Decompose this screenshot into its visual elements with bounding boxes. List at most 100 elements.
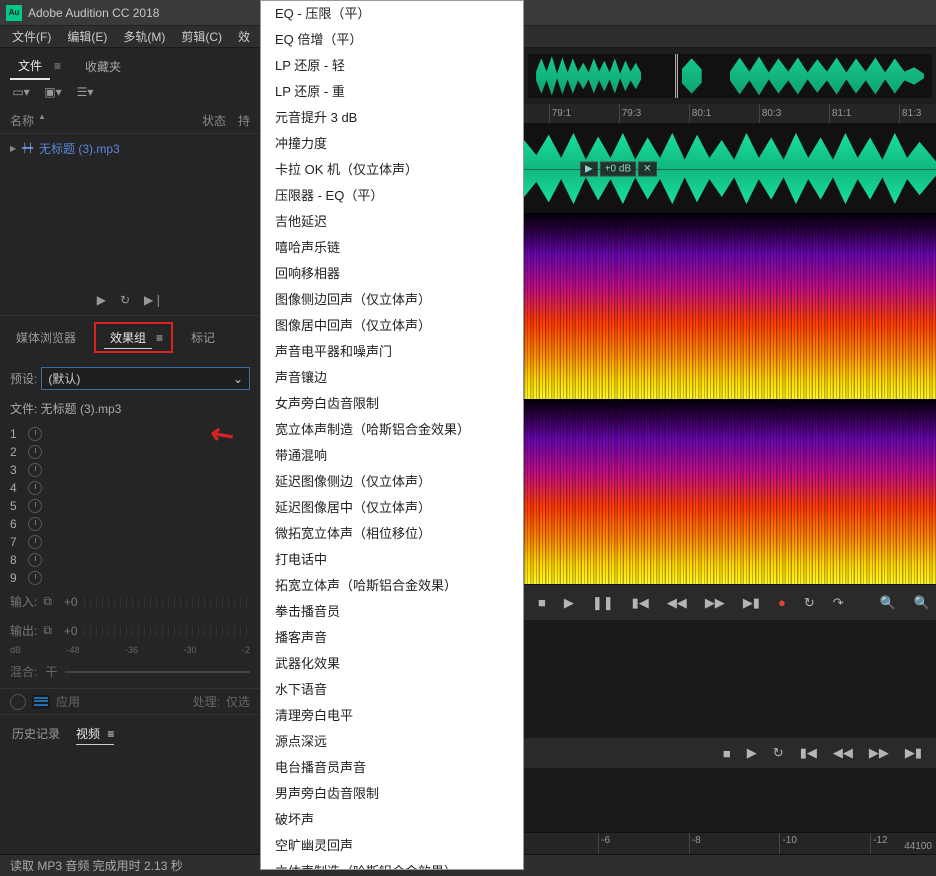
spectrogram-bottom[interactable]: [524, 399, 936, 584]
menu-multitrack[interactable]: 多轨(M): [115, 26, 173, 48]
power-icon[interactable]: [28, 553, 42, 567]
dropdown-item[interactable]: 宽立体声制造（哈斯铝合金效果）: [261, 417, 523, 443]
dropdown-item[interactable]: 带通混响: [261, 443, 523, 469]
dropdown-item[interactable]: 图像侧边回声（仅立体声）: [261, 287, 523, 313]
dropdown-item[interactable]: LP 还原 - 重: [261, 79, 523, 105]
asset-row[interactable]: ▶ ┿┿ 无标题 (3).mp3: [0, 134, 260, 163]
dropdown-item[interactable]: LP 还原 - 轻: [261, 53, 523, 79]
dropdown-item[interactable]: 卡拉 OK 机（仅立体声）: [261, 157, 523, 183]
power-icon[interactable]: [28, 499, 42, 513]
dropdown-item[interactable]: 武器化效果: [261, 651, 523, 677]
dropdown-item[interactable]: 拓宽立体声（哈斯铝合金效果）: [261, 573, 523, 599]
dropdown-item[interactable]: 清理旁白电平: [261, 703, 523, 729]
process-value[interactable]: 仅选: [226, 693, 250, 710]
power-icon[interactable]: [28, 535, 42, 549]
dropdown-item[interactable]: 微拓宽立体声（相位移位）: [261, 521, 523, 547]
ffwd-button[interactable]: ▶▶: [705, 595, 725, 611]
dropdown-item[interactable]: 破坏声: [261, 807, 523, 833]
mini-autoplay-icon[interactable]: ▶❘: [144, 293, 163, 307]
loop-button[interactable]: ↻: [773, 745, 784, 761]
sample-ruler[interactable]: -6 -8 -10 -12 44100: [524, 832, 936, 854]
menu-file[interactable]: 文件(F): [4, 26, 59, 48]
mini-loop-icon[interactable]: ↻: [120, 293, 130, 307]
zoom-out-icon[interactable]: 🔍: [914, 595, 930, 611]
fx-slot[interactable]: 7: [0, 533, 260, 551]
prev-button[interactable]: ▮◀: [800, 745, 817, 761]
power-icon[interactable]: [28, 445, 42, 459]
apply-button[interactable]: 应用: [56, 693, 80, 710]
fx-slot[interactable]: 4: [0, 479, 260, 497]
power-icon[interactable]: [28, 427, 42, 441]
dropdown-item[interactable]: 女声旁白齿音限制: [261, 391, 523, 417]
col-status[interactable]: 状态: [202, 112, 226, 129]
dropdown-item[interactable]: 压限器 - EQ（平）: [261, 183, 523, 209]
panel-menu-icon[interactable]: ≡: [54, 59, 61, 73]
link-icon[interactable]: ⧉: [43, 623, 52, 638]
dropdown-item[interactable]: 源点深远: [261, 729, 523, 755]
next-button[interactable]: ▶▮: [905, 745, 922, 761]
fx-slot[interactable]: 9: [0, 569, 260, 587]
mix-slider[interactable]: [65, 671, 250, 673]
fx-slot[interactable]: 8: [0, 551, 260, 569]
menu-edit[interactable]: 编辑(E): [59, 26, 115, 48]
tab-media-browser[interactable]: 媒体浏览器: [10, 326, 82, 349]
prev-button[interactable]: ▮◀: [632, 595, 649, 611]
pause-button[interactable]: ❚❚: [592, 595, 614, 611]
power-icon[interactable]: [28, 481, 42, 495]
power-icon[interactable]: [28, 571, 42, 585]
play-button[interactable]: ▶: [564, 595, 574, 611]
fx-slot[interactable]: 5: [0, 497, 260, 515]
ffwd-button[interactable]: ▶▶: [869, 745, 889, 761]
col-type[interactable]: 持: [238, 112, 250, 129]
dropdown-item[interactable]: 冲撞力度: [261, 131, 523, 157]
dropdown-item[interactable]: 延迟图像侧边（仅立体声）: [261, 469, 523, 495]
dropdown-item[interactable]: 播客声音: [261, 625, 523, 651]
overview-waveform[interactable]: [524, 48, 936, 104]
rewind-button[interactable]: ◀◀: [667, 595, 687, 611]
dropdown-item[interactable]: 元音提升 3 dB: [261, 105, 523, 131]
dropdown-item[interactable]: 打电话中: [261, 547, 523, 573]
power-icon[interactable]: [28, 517, 42, 531]
link-icon[interactable]: ⧉: [43, 594, 52, 609]
rack-chips-icon[interactable]: [32, 695, 50, 709]
dropdown-item[interactable]: 嘻哈声乐链: [261, 235, 523, 261]
overview-viewport-indicator[interactable]: [675, 54, 678, 98]
tab-files[interactable]: 文件: [10, 53, 50, 80]
zoom-in-icon[interactable]: 🔍: [880, 595, 896, 611]
mini-play-icon[interactable]: ▶: [97, 293, 106, 307]
dropdown-item[interactable]: EQ - 压限（平）: [261, 1, 523, 27]
dropdown-item[interactable]: 吉他延迟: [261, 209, 523, 235]
dropdown-item[interactable]: 声音电平器和噪声门: [261, 339, 523, 365]
dropdown-item[interactable]: 电台播音员声音: [261, 755, 523, 781]
menu-clip[interactable]: 剪辑(C): [173, 26, 230, 48]
preset-dropdown[interactable]: EQ - 压限（平）EQ 倍增（平）LP 还原 - 轻LP 还原 - 重元音提升…: [260, 0, 524, 870]
tab-effects-rack[interactable]: 效果组: [104, 326, 152, 349]
volume-hud[interactable]: ▶ +0 dB ✕: [580, 161, 657, 176]
dropdown-item[interactable]: 图像居中回声（仅立体声）: [261, 313, 523, 339]
expand-icon[interactable]: ▶: [10, 144, 16, 153]
col-name[interactable]: 名称: [10, 112, 34, 129]
tab-history[interactable]: 历史记录: [12, 725, 60, 745]
multitrack-icon[interactable]: ☰▾: [76, 84, 94, 100]
dropdown-item[interactable]: 回响移相器: [261, 261, 523, 287]
next-button[interactable]: ▶▮: [743, 595, 760, 611]
fx-slot[interactable]: 3: [0, 461, 260, 479]
spectrogram-top[interactable]: [524, 214, 936, 399]
fx-slot[interactable]: 6: [0, 515, 260, 533]
play-button[interactable]: ▶: [747, 745, 757, 761]
dropdown-item[interactable]: 声音镶边: [261, 365, 523, 391]
main-waveform[interactable]: ▶ +0 dB ✕: [524, 124, 936, 214]
dropdown-item[interactable]: 立体声制造（哈斯铝合金效果）: [261, 859, 523, 870]
hud-close-icon[interactable]: ✕: [638, 161, 656, 176]
dropdown-item[interactable]: EQ 倍增（平）: [261, 27, 523, 53]
stop-button[interactable]: ■: [723, 746, 731, 761]
preset-select[interactable]: (默认) ⌄: [41, 367, 250, 390]
record-file-icon[interactable]: ▣▾: [44, 84, 62, 100]
panel-menu-icon[interactable]: ≡: [107, 727, 114, 741]
skip-button[interactable]: ↷: [833, 595, 844, 611]
rack-power-icon[interactable]: [10, 694, 26, 710]
open-file-icon[interactable]: ▭▾: [12, 84, 30, 100]
rewind-button[interactable]: ◀◀: [833, 745, 853, 761]
dropdown-item[interactable]: 拳击播音员: [261, 599, 523, 625]
menu-effects[interactable]: 效: [230, 26, 258, 48]
